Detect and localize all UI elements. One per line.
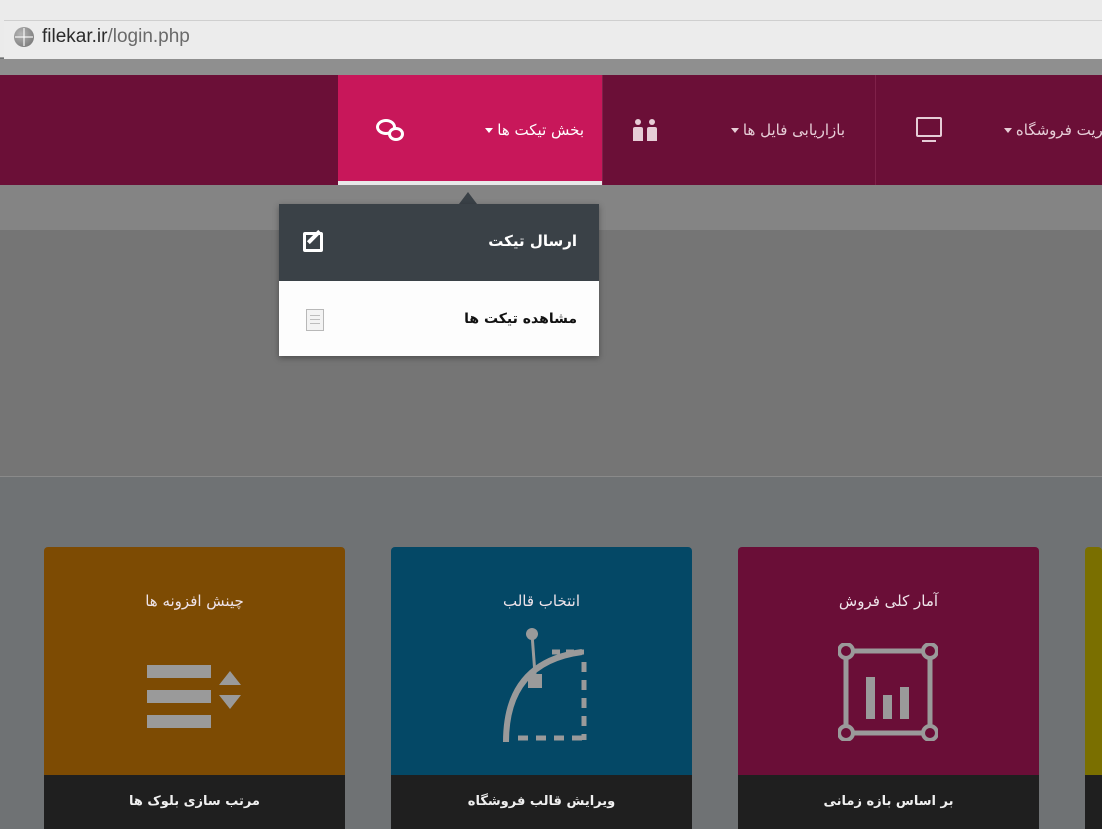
document-icon: [306, 309, 324, 331]
tile-sales-stats[interactable]: آمار کلی فروش بر اساس بازه زمانی: [738, 547, 1039, 829]
dropdown-item-view-tickets[interactable]: مشاهده تیکت ها: [279, 281, 599, 356]
nav-item-tickets-text: بخش تیکت ها: [497, 121, 584, 139]
main-nav: بخش تیکت ها بازاریابی فایل ها یریت فروشگ…: [0, 75, 1102, 185]
tile-plugin-arrangement[interactable]: چینش افزونه ها مرتب سازی بلوک ها: [44, 547, 345, 829]
bar-chart-icon: [838, 643, 938, 741]
bezier-curve-icon: [503, 628, 587, 742]
nav-item-store-management[interactable]: یریت فروشگاه: [876, 75, 1102, 185]
dropdown-item-view-tickets-label: مشاهده تیکت ها: [464, 311, 577, 327]
tile-footer: بر اساس بازه زمانی: [738, 775, 1039, 829]
tile-template-select[interactable]: انتخاب قالب ویرایش قالب فروشگاه: [391, 547, 692, 829]
caret-down-icon: [1003, 128, 1012, 133]
url-host: filekar.ir: [42, 26, 108, 47]
toolbar-strip: [0, 59, 1102, 75]
tile-footer: ویرایش قالب فروشگاه: [391, 775, 692, 829]
nav-item-tickets[interactable]: بخش تیکت ها: [338, 75, 602, 185]
nav-item-store-management-label: یریت فروشگاه: [1000, 121, 1102, 139]
tile-title: آمار کلی فروش: [838, 592, 939, 610]
people-icon: [633, 119, 659, 141]
sort-icon: [147, 665, 243, 729]
tile-partial[interactable]: [1085, 547, 1102, 829]
tile-title: چینش افزونه ها: [145, 592, 244, 610]
globe-icon: [14, 27, 34, 47]
nav-item-store-management-text: یریت فروشگاه: [1015, 121, 1102, 139]
nav-item-file-marketing[interactable]: بازاریابی فایل ها: [603, 75, 875, 185]
dropdown-pointer: [459, 192, 477, 204]
tile-footer: مرتب سازی بلوک ها: [44, 775, 345, 829]
nav-item-file-marketing-label: بازاریابی فایل ها: [727, 121, 845, 139]
tile-footer: [1085, 775, 1102, 829]
edit-icon: [303, 232, 323, 252]
url-path: /login.php: [107, 26, 190, 47]
tile-title: انتخاب قالب: [502, 592, 581, 610]
monitor-icon: [916, 117, 942, 142]
url-text[interactable]: filekar.ir/login.php: [42, 26, 190, 48]
caret-down-icon: [730, 128, 739, 133]
nav-item-file-marketing-text: بازاریابی فایل ها: [742, 121, 845, 139]
dropdown-item-send-ticket[interactable]: ارسال تیکت: [279, 204, 599, 281]
tickets-dropdown-menu: ارسال تیکت مشاهده تیکت ها: [279, 204, 599, 356]
dropdown-item-send-ticket-label: ارسال تیکت: [488, 232, 577, 250]
nav-item-tickets-label: بخش تیکت ها: [481, 121, 584, 139]
caret-down-icon: [485, 128, 494, 133]
